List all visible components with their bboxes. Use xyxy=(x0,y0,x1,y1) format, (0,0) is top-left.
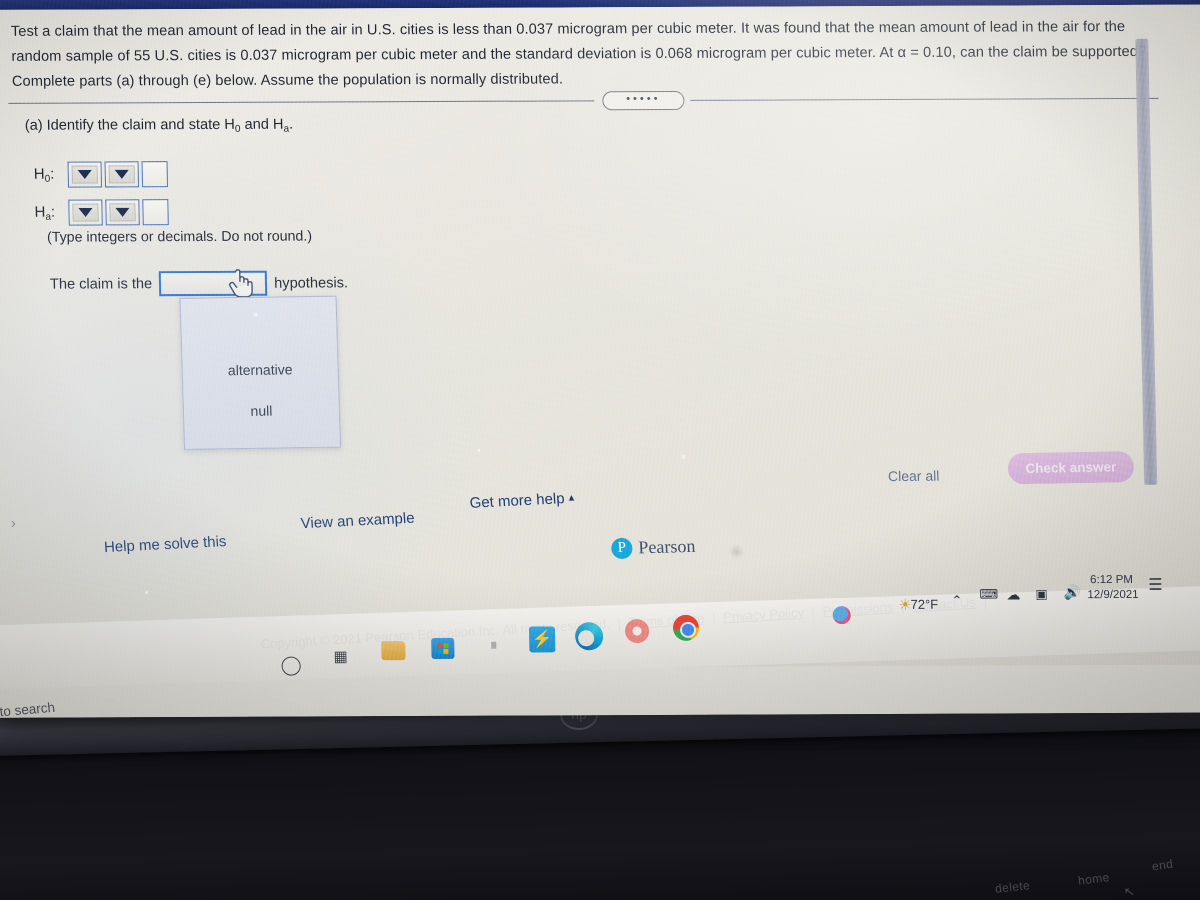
question-statement: Test a claim that the mean amount of lea… xyxy=(10,19,1147,90)
claim-type-dropdown-panel[interactable]: alternative null xyxy=(179,295,342,450)
h0-label-colon: : xyxy=(49,165,55,183)
ha-label-text: H xyxy=(34,203,46,221)
taskbar-clock-time[interactable]: 6:12 PM xyxy=(1090,574,1133,586)
search-input[interactable]: e to search xyxy=(0,700,56,718)
pink-app-icon[interactable] xyxy=(624,619,650,644)
page-expand-chevron-icon[interactable]: › xyxy=(11,515,16,532)
divider-line-left xyxy=(8,100,595,104)
part-a-text: (a) Identify the claim and state H xyxy=(24,116,236,134)
claim-prefix: The claim is the xyxy=(49,275,153,293)
weather-temperature[interactable]: 72°F xyxy=(910,597,938,612)
h0-operator-dropdown[interactable] xyxy=(104,161,140,188)
chevron-down-icon xyxy=(78,207,93,218)
check-answer-button[interactable]: Check answer xyxy=(1007,451,1135,485)
chevron-down-icon xyxy=(114,169,129,179)
google-chrome-icon[interactable] xyxy=(672,614,700,641)
ha-value-input[interactable] xyxy=(142,199,169,226)
type-instruction: (Type integers or decimals. Do not round… xyxy=(46,228,313,246)
caret-up-icon: ▴ xyxy=(568,491,575,504)
microphone-icon[interactable]: ⌨ xyxy=(979,586,998,602)
pearson-mylab-page: Test a claim that the mean amount of lea… xyxy=(0,4,1200,670)
battery-icon[interactable]: ▣ xyxy=(1035,586,1048,602)
microsoft-edge-icon[interactable] xyxy=(574,622,604,651)
task-view-icon[interactable]: ▦ xyxy=(333,648,351,665)
claim-type-input[interactable] xyxy=(158,270,268,297)
blue-app-icon[interactable]: ⚡ xyxy=(528,626,556,653)
volume-icon[interactable]: 🔊 xyxy=(1063,584,1081,601)
h0-row: H0: xyxy=(33,161,171,188)
claim-sentence: The claim is the hypothesis. xyxy=(49,270,349,297)
ha-operator-dropdown[interactable] xyxy=(105,199,140,226)
part-a-text-mid: and H xyxy=(240,116,284,133)
chevron-down-icon xyxy=(77,170,92,180)
h0-value-input[interactable] xyxy=(141,161,169,188)
show-hidden-icons-caret[interactable]: ⌃ xyxy=(951,593,962,609)
taskbar-clock-date[interactable]: 12/9/2021 xyxy=(1087,589,1138,601)
h0-label: H0: xyxy=(34,165,68,184)
pearson-logo: P Pearson xyxy=(610,535,696,560)
ha-label: Ha: xyxy=(34,203,68,222)
clear-all-button[interactable]: Clear all xyxy=(888,468,940,485)
notification-badge-icon[interactable] xyxy=(832,606,851,625)
get-more-help-label: Get more help xyxy=(469,490,566,512)
more-options-pill[interactable]: ••••• xyxy=(602,90,685,111)
part-a-prompt: (a) Identify the claim and state H0 and … xyxy=(25,117,294,136)
laptop-display: Test a claim that the mean amount of lea… xyxy=(0,0,1200,718)
ha-parameter-dropdown[interactable] xyxy=(68,199,103,226)
claim-suffix: hypothesis. xyxy=(274,274,349,292)
file-explorer-icon[interactable] xyxy=(381,641,406,661)
view-an-example-link[interactable]: View an example xyxy=(300,510,415,533)
part-a-text-end: . xyxy=(288,116,294,133)
ha-label-colon: : xyxy=(50,203,56,221)
h0-parameter-dropdown[interactable] xyxy=(67,161,103,188)
dropdown-option-alternative[interactable]: alternative xyxy=(182,361,337,379)
dropdown-option-null[interactable]: null xyxy=(184,402,339,420)
cortana-circle-icon[interactable] xyxy=(281,656,301,676)
key-end[interactable]: end xyxy=(1151,857,1174,874)
microsoft-store-icon[interactable] xyxy=(431,637,455,659)
pearson-p-icon: P xyxy=(610,537,633,560)
help-links-row: Help me solve this View an example Get m… xyxy=(102,481,665,565)
pearson-wordmark: Pearson xyxy=(637,535,696,558)
chevron-down-icon xyxy=(115,207,130,217)
get-more-help-link[interactable]: Get more help ▴ xyxy=(469,490,575,512)
ha-row: Ha: xyxy=(34,199,172,226)
h0-label-text: H xyxy=(33,165,45,183)
onedrive-cloud-icon[interactable]: ☁ xyxy=(1006,586,1020,603)
pinned-app-icon[interactable] xyxy=(491,641,497,649)
laptop-screen-photo: hp delete home end ↖ Test a claim that t… xyxy=(0,0,1200,900)
screen-surface: Test a claim that the mean amount of lea… xyxy=(0,0,1200,718)
screen-smudge xyxy=(728,544,745,559)
action-center-icon[interactable]: ☰ xyxy=(1148,575,1163,595)
scrollbar-thumb[interactable] xyxy=(1135,38,1158,485)
divider-line-right xyxy=(690,97,1159,101)
help-me-solve-this-link[interactable]: Help me solve this xyxy=(103,533,226,556)
